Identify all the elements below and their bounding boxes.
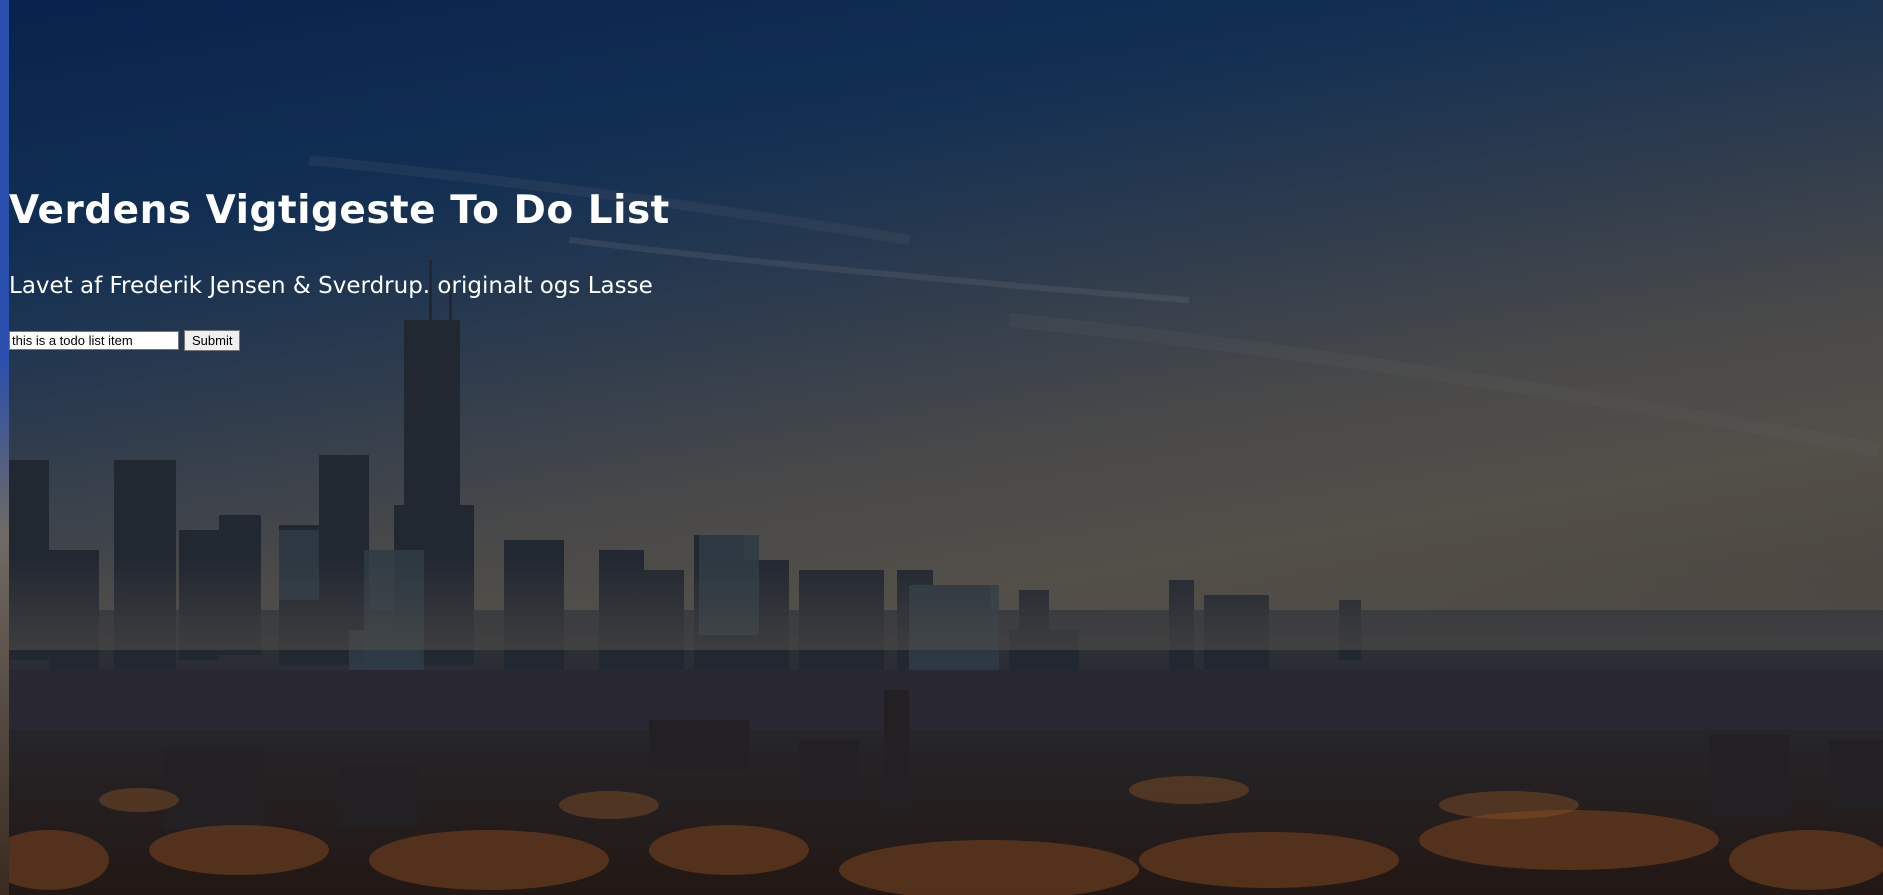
todo-form: Submit [9,330,241,351]
left-edge-strip [0,0,9,895]
submit-button[interactable]: Submit [184,330,241,351]
page-subtitle: Lavet af Frederik Jensen & Sverdrup. ori… [9,273,653,299]
page-title: Verdens Vigtigeste To Do List [9,188,670,233]
todo-item-input[interactable] [9,331,179,350]
main-content: Verdens Vigtigeste To Do List Lavet af F… [9,0,1883,895]
